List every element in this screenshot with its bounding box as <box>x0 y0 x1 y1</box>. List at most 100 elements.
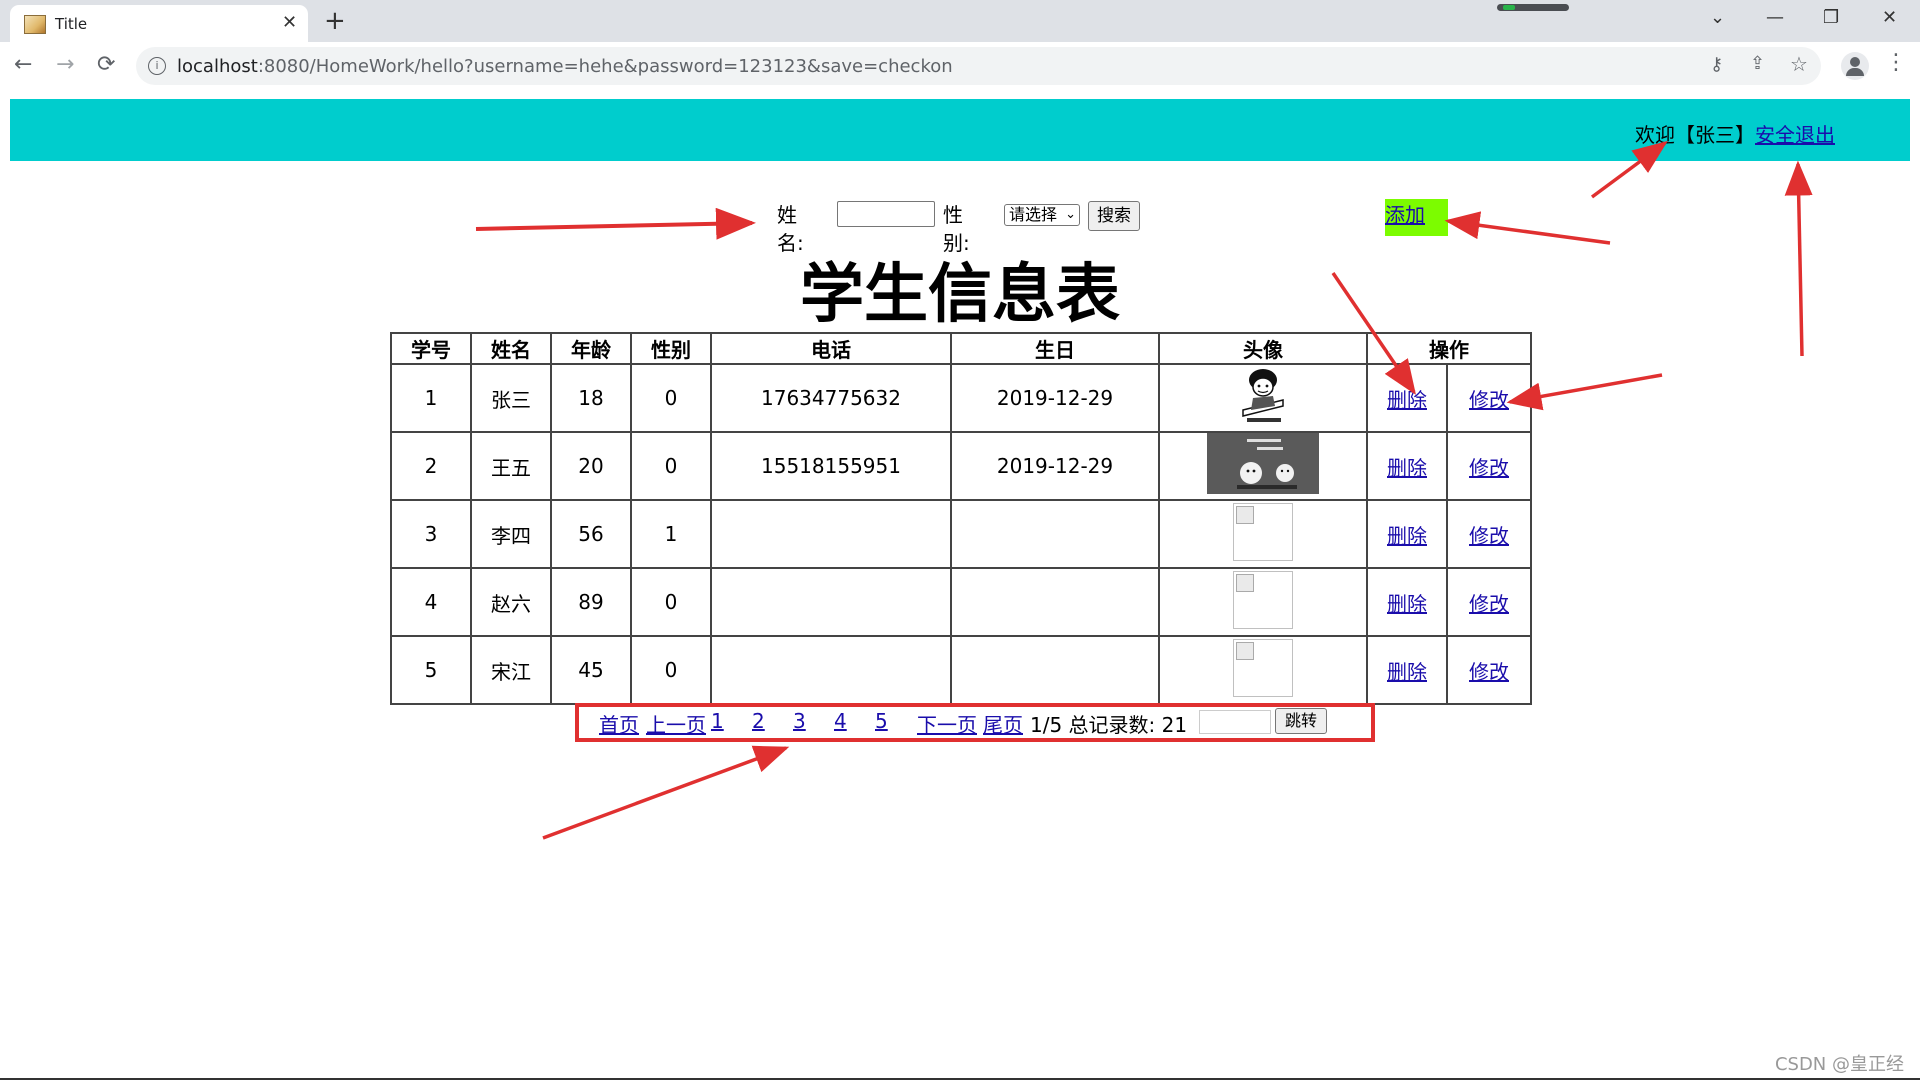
cell-gender: 0 <box>630 635 712 705</box>
last-page-link[interactable]: 尾页 <box>983 709 1023 738</box>
name-search-input[interactable] <box>837 201 935 227</box>
tab-search-chevron-icon[interactable]: ⌄ <box>1710 6 1725 30</box>
broken-image-icon <box>1233 638 1293 697</box>
avatar-image <box>1207 433 1319 494</box>
new-tab-icon[interactable]: + <box>324 6 346 36</box>
favicon-icon <box>24 15 46 34</box>
edit-link[interactable]: 修改 <box>1469 388 1509 412</box>
recording-indicator <box>1497 4 1569 11</box>
broken-image-icon <box>1233 570 1293 629</box>
cell-edit: 修改 <box>1446 431 1532 501</box>
cell-birthday <box>950 635 1160 705</box>
logout-link[interactable]: 安全退出 <box>1755 123 1835 147</box>
page-link-2[interactable]: 2 <box>752 709 765 733</box>
arrow-to-edit <box>1506 373 1663 411</box>
header-avatar: 头像 <box>1158 332 1368 365</box>
table-row: 3 李四 56 1 删除 修改 <box>390 499 1532 569</box>
table-row: 5 宋江 45 0 删除 修改 <box>390 635 1532 705</box>
cell-delete: 删除 <box>1366 431 1448 501</box>
star-icon[interactable]: ☆ <box>1790 52 1808 76</box>
edit-link[interactable]: 修改 <box>1469 456 1509 480</box>
edit-link[interactable]: 修改 <box>1469 592 1509 616</box>
broken-image-icon <box>1233 502 1293 561</box>
delete-link[interactable]: 删除 <box>1387 456 1427 480</box>
cell-delete: 删除 <box>1366 635 1448 705</box>
cell-age: 56 <box>550 499 632 569</box>
cell-birthday <box>950 499 1160 569</box>
cell-edit: 修改 <box>1446 635 1532 705</box>
browser-tab[interactable]: Title ✕ <box>10 5 308 42</box>
name-label: 姓名: <box>777 203 804 255</box>
first-page-link[interactable]: 首页 <box>599 709 639 738</box>
cell-phone <box>710 499 952 569</box>
next-page-link[interactable]: 下一页 <box>917 709 977 738</box>
arrow-to-add <box>1444 211 1611 245</box>
url-path: :8080/HomeWork/hello?username=hehe&passw… <box>257 56 953 77</box>
cell-avatar <box>1158 431 1368 501</box>
cell-age: 18 <box>550 363 632 433</box>
delete-link[interactable]: 删除 <box>1387 388 1427 412</box>
share-icon[interactable]: ⇪ <box>1750 53 1765 74</box>
maximize-icon[interactable]: ❐ <box>1823 6 1839 30</box>
minimize-icon[interactable]: — <box>1766 6 1784 30</box>
cell-phone: 15518155951 <box>710 431 952 501</box>
cell-gender: 0 <box>630 363 712 433</box>
menu-icon[interactable]: ⋮ <box>1885 50 1907 75</box>
welcome-area: 欢迎【张三】安全退出 <box>1635 119 1835 148</box>
search-button[interactable]: 搜索 <box>1088 201 1140 231</box>
reload-icon[interactable]: ⟳ <box>97 51 115 79</box>
profile-icon[interactable] <box>1841 52 1869 80</box>
header-age: 年龄 <box>550 332 632 365</box>
cell-id: 4 <box>390 567 472 637</box>
cell-avatar <box>1158 499 1368 569</box>
cell-age: 20 <box>550 431 632 501</box>
cell-edit: 修改 <box>1446 567 1532 637</box>
cell-avatar <box>1158 363 1368 433</box>
header-actions: 操作 <box>1366 332 1532 365</box>
cell-delete: 删除 <box>1366 363 1448 433</box>
address-bar[interactable]: i localhost:8080/HomeWork/hello?username… <box>136 47 1821 85</box>
page-link-4[interactable]: 4 <box>834 709 847 733</box>
table-row: 4 赵六 89 0 删除 修改 <box>390 567 1532 637</box>
header-name: 姓名 <box>470 332 552 365</box>
watermark: CSDN @皇正经 <box>1774 1054 1904 1075</box>
jump-button[interactable]: 跳转 <box>1275 708 1327 734</box>
add-student-link[interactable]: 添加 <box>1385 203 1425 227</box>
cell-name: 李四 <box>470 499 552 569</box>
cell-id: 2 <box>390 431 472 501</box>
cell-birthday: 2019-12-29 <box>950 363 1160 433</box>
key-icon[interactable]: ⚷ <box>1710 54 1723 75</box>
edit-link[interactable]: 修改 <box>1469 660 1509 684</box>
back-icon[interactable]: ← <box>14 51 32 79</box>
forward-icon[interactable]: → <box>56 51 74 79</box>
delete-link[interactable]: 删除 <box>1387 524 1427 548</box>
jump-page-input[interactable] <box>1199 710 1271 734</box>
pagination-bar: 首页 上一页 1 2 3 4 5 下一页 尾页 1/5 总记录数: 21 跳转 <box>575 703 1375 742</box>
delete-link[interactable]: 删除 <box>1387 592 1427 616</box>
header-banner: 欢迎【张三】安全退出 <box>10 99 1910 161</box>
cell-id: 5 <box>390 635 472 705</box>
header-gender: 性别 <box>630 332 712 365</box>
chevron-down-icon: ⌄ <box>1065 207 1076 222</box>
prev-page-link[interactable]: 上一页 <box>646 709 706 738</box>
cell-gender: 0 <box>630 431 712 501</box>
cell-gender: 1 <box>630 499 712 569</box>
page-link-1[interactable]: 1 <box>711 709 724 733</box>
header-phone: 电话 <box>710 332 952 365</box>
window-close-icon[interactable]: ✕ <box>1882 6 1897 30</box>
cell-edit: 修改 <box>1446 363 1532 433</box>
cell-avatar <box>1158 635 1368 705</box>
page-link-5[interactable]: 5 <box>875 709 888 733</box>
delete-link[interactable]: 删除 <box>1387 660 1427 684</box>
edit-link[interactable]: 修改 <box>1469 524 1509 548</box>
cell-name: 赵六 <box>470 567 552 637</box>
url-text[interactable]: localhost:8080/HomeWork/hello?username=h… <box>177 56 953 77</box>
cell-name: 张三 <box>470 363 552 433</box>
gender-select[interactable]: 请选择 ⌄ <box>1004 204 1080 226</box>
page-link-3[interactable]: 3 <box>793 709 806 733</box>
info-icon[interactable]: i <box>148 57 166 75</box>
page-title: 学生信息表 <box>800 258 1120 332</box>
header-birthday: 生日 <box>950 332 1160 365</box>
tab-close-icon[interactable]: ✕ <box>282 13 297 33</box>
cell-age: 45 <box>550 635 632 705</box>
